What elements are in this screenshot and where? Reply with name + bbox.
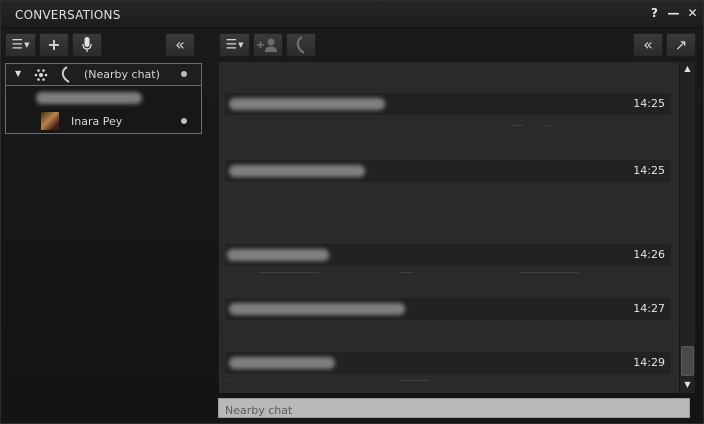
menu-icon: ☰ — [225, 37, 238, 53]
minimize-button[interactable]: — — [667, 6, 680, 20]
collapse-list-button[interactable]: « — [165, 33, 195, 57]
message-header: 14:25 — [225, 93, 671, 115]
add-conversation-button[interactable]: + — [39, 33, 69, 57]
add-person-icon — [257, 38, 277, 52]
voice-button[interactable] — [72, 33, 102, 57]
message-header: 14:27 — [225, 298, 671, 320]
help-button[interactable]: ? — [648, 6, 661, 20]
nearby-chat-input[interactable] — [219, 401, 689, 420]
title-controls: ? — ✕ — [648, 6, 699, 20]
redacted-name — [36, 92, 142, 104]
message-time: 14:25 — [633, 97, 665, 110]
message-time: 14:26 — [633, 248, 665, 261]
conversations-window: CONVERSATIONS ? — ✕ ☰▼ + « ☰▼ « ↗ ▼ (Nea… — [0, 0, 704, 424]
nearby-chat-icon — [34, 69, 48, 81]
double-chevron-left-icon: « — [175, 35, 185, 54]
message-text — [519, 272, 579, 273]
chat-options-button[interactable]: ☰▼ — [219, 33, 250, 57]
chat-history[interactable]: 14:25 14:25 14:26 14:27 14:29 — [219, 62, 679, 393]
window-title: CONVERSATIONS — [15, 8, 121, 22]
participant-item-inara-pey[interactable]: Inara Pey — [6, 110, 201, 133]
message-header: 14:29 — [225, 352, 671, 374]
message-header: 14:26 — [225, 244, 671, 266]
participant-name: Inara Pey — [71, 115, 123, 128]
title-bar[interactable]: CONVERSATIONS ? — ✕ — [1, 1, 703, 28]
status-dot — [181, 118, 187, 124]
message-time: 14:25 — [633, 164, 665, 177]
participant-item[interactable] — [6, 86, 201, 109]
scroll-up-arrow-icon[interactable]: ▲ — [680, 62, 695, 76]
message-text — [542, 125, 550, 126]
close-button[interactable]: ✕ — [686, 6, 699, 20]
message-text — [399, 380, 429, 381]
chevron-down-icon: ▼ — [24, 41, 30, 49]
message-time: 14:29 — [633, 356, 665, 369]
plus-icon: + — [47, 35, 61, 54]
double-chevron-left-icon: « — [643, 35, 653, 54]
redacted-sender — [229, 357, 335, 369]
collapse-messages-button[interactable]: « — [633, 33, 663, 57]
scroll-thumb[interactable] — [681, 346, 694, 376]
message-header: 14:25 — [225, 160, 671, 182]
expand-arrow-icon[interactable]: ▼ — [15, 69, 21, 78]
conversation-label: (Nearby chat) — [84, 68, 160, 81]
conversation-options-button[interactable]: ☰▼ — [5, 33, 36, 57]
redacted-sender — [229, 98, 385, 110]
add-participant-button[interactable] — [253, 33, 283, 57]
participant-list: Inara Pey — [5, 86, 202, 134]
message-text — [259, 272, 319, 273]
conversation-list: ▼ (Nearby chat) Inara Pey — [5, 63, 202, 135]
phone-icon — [296, 35, 305, 55]
message-time: 14:27 — [633, 302, 665, 315]
message-text — [512, 125, 524, 126]
avatar — [41, 112, 59, 130]
message-text — [225, 380, 229, 381]
menu-icon: ☰ — [11, 37, 24, 53]
redacted-sender — [227, 249, 329, 261]
tear-off-button[interactable]: ↗ — [666, 33, 696, 57]
redacted-sender — [229, 165, 365, 177]
phone-icon — [61, 66, 70, 83]
conversation-item-nearby-chat[interactable]: ▼ (Nearby chat) — [5, 63, 202, 86]
message-text — [399, 272, 413, 273]
chevron-down-icon: ▼ — [238, 41, 244, 49]
microphone-icon — [82, 37, 92, 52]
arrow-up-right-icon: ↗ — [674, 36, 688, 54]
scroll-down-arrow-icon[interactable]: ▼ — [680, 378, 695, 392]
call-button[interactable] — [286, 33, 316, 57]
redacted-sender — [229, 303, 405, 315]
chat-scrollbar[interactable]: ▲ ▼ — [680, 62, 695, 393]
status-dot — [181, 71, 187, 77]
chat-input-field[interactable] — [218, 398, 690, 420]
